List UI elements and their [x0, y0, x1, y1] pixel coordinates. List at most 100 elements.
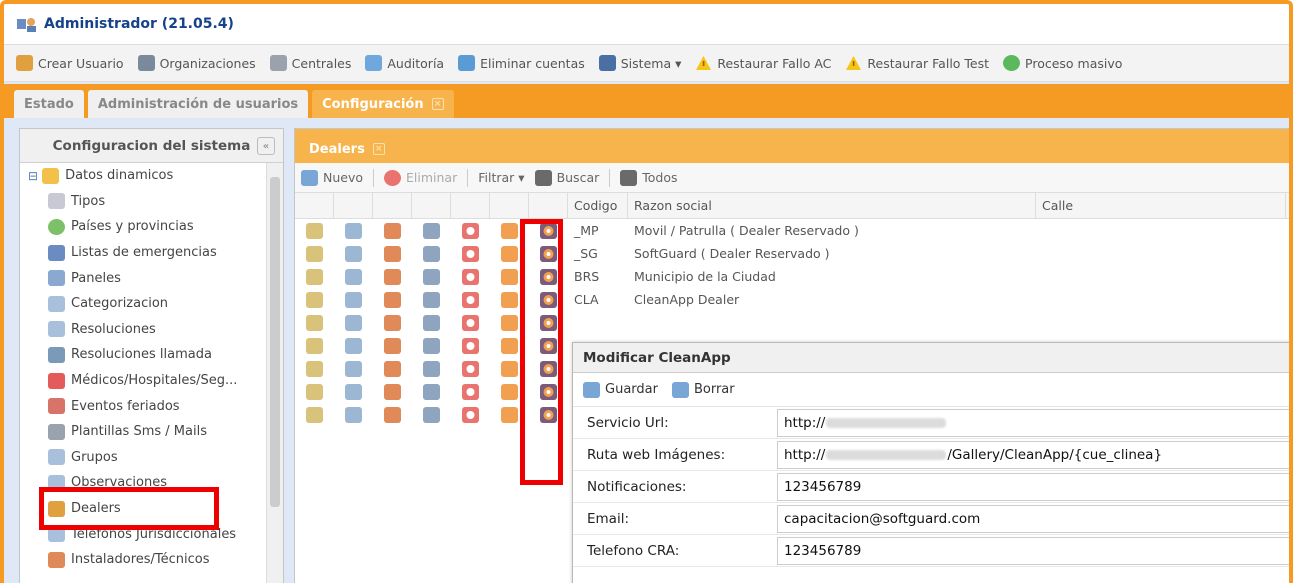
toolbar-button-7[interactable]: Restaurar Fallo Test [845, 55, 989, 71]
table-row[interactable]: CLA CleanApp Dealer [295, 288, 1289, 311]
column-header-calle[interactable]: Calle [1036, 193, 1286, 218]
alarm-icon[interactable] [462, 268, 479, 285]
device-icon[interactable] [423, 383, 440, 400]
tree-item-3[interactable]: Listas de emergencias [20, 240, 283, 266]
field-input-2[interactable]: 123456789 [777, 472, 1289, 501]
document-icon[interactable] [345, 360, 362, 377]
tree-item-9[interactable]: Eventos feriados [20, 393, 283, 419]
edit-icon[interactable] [306, 383, 323, 400]
contact-icon[interactable] [501, 245, 518, 262]
user-icon[interactable] [384, 406, 401, 423]
tree-item-11[interactable]: Grupos [20, 445, 283, 471]
user-icon[interactable] [384, 268, 401, 285]
document-icon[interactable] [345, 245, 362, 262]
user-icon[interactable] [384, 360, 401, 377]
erase-button[interactable]: Borrar [671, 381, 735, 398]
user-icon[interactable] [384, 291, 401, 308]
edit-icon[interactable] [306, 245, 323, 262]
table-row[interactable] [295, 311, 1289, 334]
document-icon[interactable] [345, 291, 362, 308]
contact-icon[interactable] [501, 291, 518, 308]
tree-item-4[interactable]: Paneles [20, 265, 283, 291]
expand-icon[interactable]: ⊟ [28, 169, 38, 183]
alarm-icon[interactable] [462, 314, 479, 331]
alarm-icon[interactable] [462, 245, 479, 262]
user-icon[interactable] [384, 314, 401, 331]
edit-icon[interactable] [306, 360, 323, 377]
device-icon[interactable] [423, 268, 440, 285]
device-icon[interactable] [423, 360, 440, 377]
toolbar-button-4[interactable]: Eliminar cuentas [458, 55, 585, 71]
main-tab-2[interactable]: Configuración × [312, 90, 454, 118]
edit-icon[interactable] [306, 222, 323, 239]
user-icon[interactable] [384, 245, 401, 262]
alarm-icon[interactable] [462, 406, 479, 423]
tree-scrollbar[interactable] [266, 163, 283, 583]
edit-icon[interactable] [306, 406, 323, 423]
alarm-icon[interactable] [462, 383, 479, 400]
edit-icon[interactable] [306, 337, 323, 354]
document-icon[interactable] [345, 406, 362, 423]
alarm-icon[interactable] [462, 222, 479, 239]
column-header-razon[interactable]: Razon social [628, 193, 1036, 218]
save-button[interactable]: Guardar [583, 381, 658, 398]
device-icon[interactable] [423, 222, 440, 239]
document-icon[interactable] [345, 383, 362, 400]
user-icon[interactable] [384, 337, 401, 354]
toolbar-button-0[interactable]: Crear Usuario [16, 55, 124, 71]
tree-item-7[interactable]: Resoluciones llamada [20, 342, 283, 368]
panel-splitter[interactable] [284, 128, 294, 583]
contact-icon[interactable] [501, 406, 518, 423]
filter-button[interactable]: Filtrar ▾ [478, 170, 524, 185]
tree-item-8[interactable]: Médicos/Hospitales/Seg... [20, 368, 283, 394]
edit-icon[interactable] [306, 314, 323, 331]
main-tab-1[interactable]: Administración de usuarios [87, 90, 309, 118]
search-button[interactable]: Buscar [534, 169, 599, 186]
device-icon[interactable] [423, 245, 440, 262]
toolbar-button-6[interactable]: Restaurar Fallo AC [695, 55, 831, 71]
document-icon[interactable] [345, 337, 362, 354]
main-tab-0[interactable]: Estado [14, 90, 84, 118]
tree-item-2[interactable]: Países y provincias [20, 214, 283, 240]
collapse-icon[interactable]: « [257, 137, 275, 155]
contact-icon[interactable] [501, 314, 518, 331]
tree-item-15[interactable]: Instaladores/Técnicos [20, 547, 283, 573]
tree-item-5[interactable]: Categorizacion [20, 291, 283, 317]
contact-icon[interactable] [501, 337, 518, 354]
user-icon[interactable] [384, 222, 401, 239]
field-input-1[interactable]: http:// /Gallery/CleanApp/{cue_clinea} [777, 440, 1289, 469]
device-icon[interactable] [423, 291, 440, 308]
tree-item-6[interactable]: Resoluciones [20, 317, 283, 343]
user-icon[interactable] [384, 383, 401, 400]
toolbar-button-3[interactable]: Auditoría [365, 55, 444, 71]
edit-icon[interactable] [306, 268, 323, 285]
toolbar-button-8[interactable]: Proceso masivo [1003, 55, 1122, 71]
document-icon[interactable] [345, 268, 362, 285]
device-icon[interactable] [423, 337, 440, 354]
contact-icon[interactable] [501, 268, 518, 285]
tab-dealers[interactable]: Dealers × [299, 135, 395, 163]
contact-icon[interactable] [501, 222, 518, 239]
tree-item-10[interactable]: Plantillas Sms / Mails [20, 419, 283, 445]
table-row[interactable]: _SG SoftGuard ( Dealer Reservado ) [295, 242, 1289, 265]
alarm-icon[interactable] [462, 360, 479, 377]
close-icon[interactable]: × [372, 143, 385, 155]
document-icon[interactable] [345, 222, 362, 239]
document-icon[interactable] [345, 314, 362, 331]
contact-icon[interactable] [501, 360, 518, 377]
table-row[interactable]: BRS Municipio de la Ciudad [295, 265, 1289, 288]
edit-icon[interactable] [306, 291, 323, 308]
alarm-icon[interactable] [462, 337, 479, 354]
all-button[interactable]: Todos [620, 169, 678, 186]
delete-button[interactable]: Eliminar [384, 169, 457, 186]
field-input-4[interactable]: 123456789 [777, 536, 1289, 565]
close-icon[interactable]: × [431, 98, 444, 110]
tree-item-0[interactable]: ⊟ Datos dinamicos [20, 163, 283, 189]
toolbar-button-5[interactable]: Sistema ▾ [598, 55, 681, 71]
device-icon[interactable] [423, 314, 440, 331]
contact-icon[interactable] [501, 383, 518, 400]
device-icon[interactable] [423, 406, 440, 423]
toolbar-button-2[interactable]: Centrales [269, 55, 351, 71]
toolbar-button-1[interactable]: Organizaciones [137, 55, 256, 71]
field-input-0[interactable]: http:// [777, 408, 1289, 437]
